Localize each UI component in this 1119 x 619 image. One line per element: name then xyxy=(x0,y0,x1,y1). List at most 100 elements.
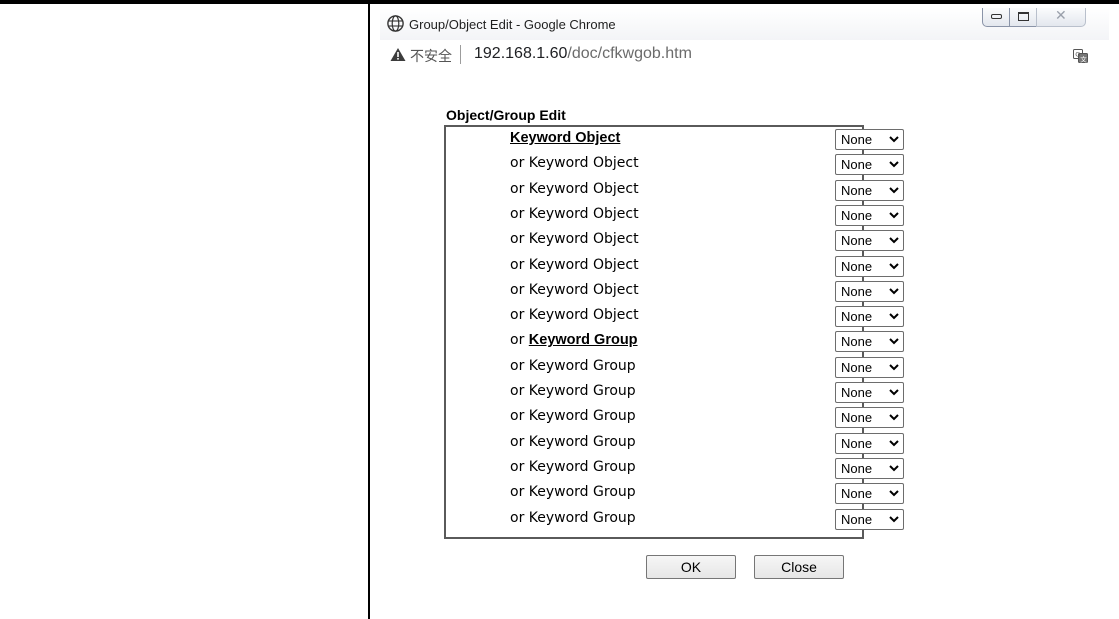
keyword-select[interactable]: None xyxy=(835,230,904,252)
chevron-down-icon xyxy=(889,414,899,421)
row-label: or Keyword Group xyxy=(510,510,636,526)
select-value: None xyxy=(841,132,873,147)
keyword-select[interactable]: None xyxy=(835,306,904,328)
keyword-select[interactable]: None xyxy=(835,457,904,479)
select-value: None xyxy=(841,460,873,476)
maximize-button[interactable] xyxy=(1009,8,1037,27)
keyword-object-link[interactable]: Keyword Object xyxy=(510,130,620,146)
keyword-edit-table: Keyword Object None or Keyword Object None o… xyxy=(444,125,904,539)
row-label: or Keyword Group xyxy=(510,332,638,348)
row-label-text: or Keyword Group xyxy=(510,408,636,425)
chevron-down-icon xyxy=(889,186,899,194)
keyword-group-link[interactable]: Keyword Group xyxy=(529,332,638,348)
keyword-select[interactable]: None xyxy=(835,154,904,176)
keyword-row: or Keyword Group None xyxy=(446,380,904,405)
row-label: or Keyword Group xyxy=(510,484,636,500)
row-label: or Keyword Group xyxy=(510,459,636,475)
keyword-select[interactable]: None xyxy=(835,483,904,505)
window-controls: ✕ xyxy=(982,8,1106,30)
chevron-down-icon xyxy=(889,136,899,143)
row-label-text: or Keyword Object xyxy=(510,281,639,298)
maximize-icon xyxy=(1018,12,1029,21)
select-value: None xyxy=(841,233,873,249)
select-value: None xyxy=(841,207,873,223)
row-label-text: or Keyword Object xyxy=(510,205,639,222)
row-label-text: or Keyword Group xyxy=(510,357,636,374)
chevron-down-icon xyxy=(889,212,899,219)
row-label: or Keyword Object xyxy=(510,155,639,171)
select-value: None xyxy=(841,385,873,400)
keyword-select[interactable]: None xyxy=(835,255,904,277)
svg-text:文: 文 xyxy=(1080,54,1087,63)
security-status-label[interactable]: 不安全 xyxy=(410,46,452,66)
window-close-button[interactable]: ✕ xyxy=(1036,8,1086,27)
row-label-prefix: or xyxy=(510,332,529,349)
address-bar[interactable]: 不安全 192.168.1.60/doc/cfkwgob.htm G 文 xyxy=(380,40,1109,70)
left-divider xyxy=(368,4,370,619)
keyword-select[interactable]: None xyxy=(835,280,904,302)
keyword-row: or Keyword Object None xyxy=(446,178,904,203)
ok-button[interactable]: OK xyxy=(646,555,736,579)
globe-icon xyxy=(387,15,404,32)
keyword-select[interactable]: None xyxy=(835,204,904,226)
address-separator xyxy=(460,45,461,64)
select-value: None xyxy=(841,511,873,527)
row-label-text: or Keyword Object xyxy=(510,155,639,172)
select-value: None xyxy=(841,334,873,350)
row-label: or Keyword Object xyxy=(510,307,639,323)
keyword-select[interactable]: None xyxy=(835,129,904,150)
row-label: or Keyword Object xyxy=(510,181,639,197)
translate-icon[interactable]: G 文 xyxy=(1073,49,1088,63)
keyword-row: or Keyword Object None xyxy=(446,279,904,304)
keyword-row: or Keyword Group None xyxy=(446,507,904,532)
keyword-select[interactable]: None xyxy=(835,432,904,454)
row-label: or Keyword Group xyxy=(510,358,636,374)
select-value: None xyxy=(841,435,873,451)
keyword-select[interactable]: None xyxy=(835,407,904,429)
chrome-popup-window: Group/Object Edit - Google Chrome ✕ 不安全 … xyxy=(380,8,1109,619)
chevron-down-icon xyxy=(889,389,899,396)
keyword-row: or Keyword Group None xyxy=(446,329,904,354)
row-label: or Keyword Object xyxy=(510,231,639,247)
select-value: None xyxy=(841,309,873,325)
chevron-down-icon xyxy=(889,313,899,320)
keyword-select[interactable]: None xyxy=(835,382,904,403)
select-value: None xyxy=(841,410,873,426)
keyword-row: or Keyword Object None xyxy=(446,228,904,253)
chevron-down-icon xyxy=(889,338,899,345)
row-label-text: or Keyword Object xyxy=(510,180,639,197)
url-path: /doc/cfkwgob.htm xyxy=(567,45,692,62)
row-label-text: or Keyword Group xyxy=(510,509,636,526)
keyword-row: Keyword Object None xyxy=(446,127,904,152)
row-label: or Keyword Group xyxy=(510,383,636,399)
form-title: Object/Group Edit xyxy=(446,107,566,123)
select-value: None xyxy=(841,359,873,375)
row-label-text: or Keyword Group xyxy=(510,458,636,475)
minimize-button[interactable] xyxy=(982,8,1010,27)
keyword-select[interactable]: None xyxy=(835,508,904,530)
chevron-down-icon xyxy=(889,161,899,168)
chevron-down-icon xyxy=(889,515,899,522)
warning-icon[interactable] xyxy=(390,47,406,62)
minimize-icon xyxy=(991,14,1002,19)
keyword-row: or Keyword Group None xyxy=(446,431,904,456)
keyword-row: or Keyword Group None xyxy=(446,405,904,430)
keyword-row: or Keyword Object None xyxy=(446,203,904,228)
row-label-text: or Keyword Object xyxy=(510,307,639,324)
row-label-text: or Keyword Group xyxy=(510,433,636,450)
row-label-text: or Keyword Object xyxy=(510,256,639,273)
url-text[interactable]: 192.168.1.60/doc/cfkwgob.htm xyxy=(474,45,692,63)
row-label-text: or Keyword Group xyxy=(510,383,636,399)
row-label: or Keyword Group xyxy=(510,408,636,424)
keyword-row: or Keyword Object None xyxy=(446,152,904,177)
chevron-down-icon xyxy=(889,262,899,269)
row-label: or Keyword Object xyxy=(510,282,639,298)
top-rule xyxy=(0,0,1119,4)
close-button[interactable]: Close xyxy=(754,555,844,579)
close-icon: ✕ xyxy=(1055,8,1067,24)
keyword-row: or Keyword Group None xyxy=(446,355,904,380)
keyword-select[interactable]: None xyxy=(835,356,904,378)
keyword-select[interactable]: None xyxy=(835,331,904,353)
keyword-select[interactable]: None xyxy=(835,179,904,201)
window-titlebar[interactable]: Group/Object Edit - Google Chrome ✕ xyxy=(380,8,1109,41)
